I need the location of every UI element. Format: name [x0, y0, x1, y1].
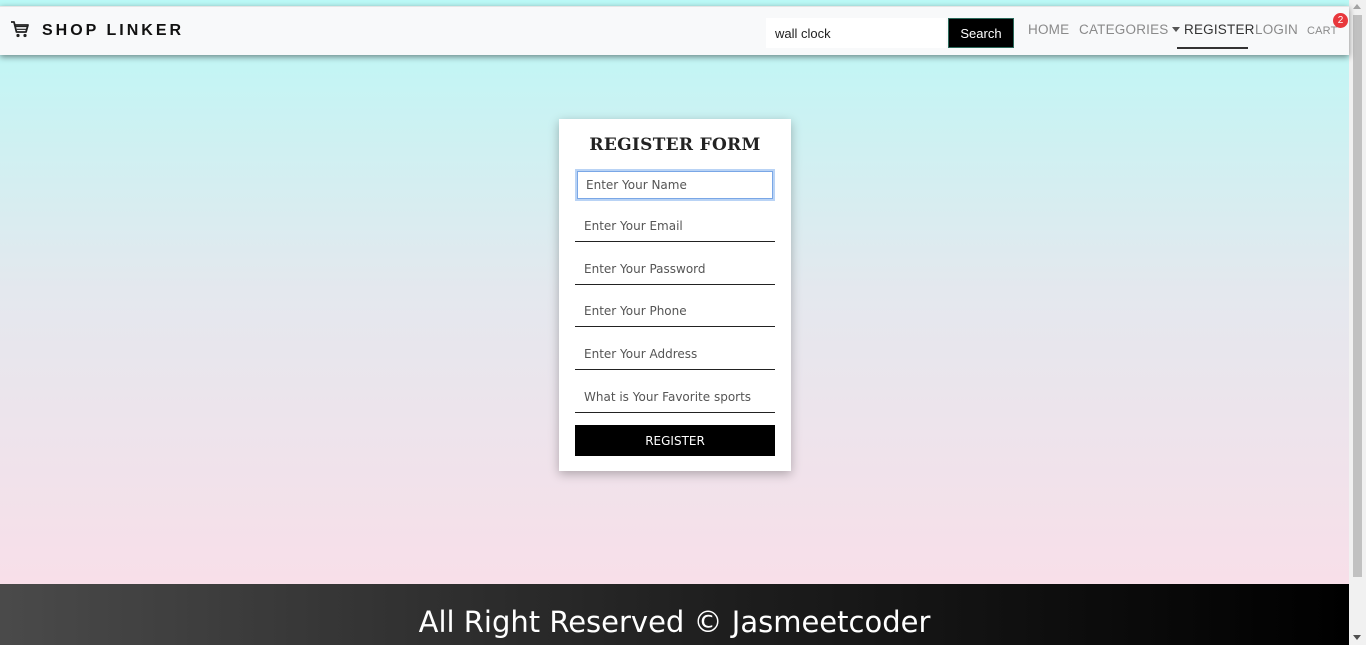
form-title: REGISTER FORM	[589, 135, 761, 155]
footer: All Right Reserved © Jasmeetcoder	[0, 584, 1349, 645]
register-form-card: REGISTER FORM REGISTER	[559, 119, 791, 471]
page-background: SHOP LINKER Search HOME CATEGORIES REGIS…	[0, 0, 1349, 645]
address-field[interactable]	[575, 338, 775, 370]
email-field[interactable]	[575, 210, 775, 242]
caret-down-icon	[1171, 27, 1180, 32]
nav-link-login[interactable]: LOGIN	[1255, 22, 1298, 37]
register-submit-button[interactable]: REGISTER	[575, 425, 775, 456]
favorite-sports-field[interactable]	[575, 381, 775, 413]
phone-field[interactable]	[575, 295, 775, 327]
search-input[interactable]	[766, 18, 946, 48]
name-field[interactable]	[575, 169, 775, 201]
categories-label: CATEGORIES	[1079, 22, 1169, 37]
navbar: SHOP LINKER Search HOME CATEGORIES REGIS…	[0, 6, 1349, 55]
page-scrollbar[interactable]	[1349, 0, 1366, 645]
active-link-underline	[1177, 47, 1248, 49]
scrollbar-thumb[interactable]	[1353, 15, 1362, 577]
nav-link-cart[interactable]: CART	[1307, 25, 1338, 37]
scroll-down-arrow-icon[interactable]	[1353, 635, 1361, 640]
cart-count-badge: 2	[1333, 13, 1348, 28]
brand-name: SHOP LINKER	[42, 22, 185, 39]
password-field[interactable]	[575, 253, 775, 285]
scroll-up-arrow-icon[interactable]	[1353, 4, 1361, 9]
nav-link-home[interactable]: HOME	[1028, 22, 1069, 37]
nav-dropdown-categories[interactable]: CATEGORIES	[1079, 22, 1180, 37]
brand[interactable]: SHOP LINKER	[10, 20, 184, 42]
footer-copyright: All Right Reserved © Jasmeetcoder	[418, 605, 931, 639]
shopping-cart-icon	[10, 20, 30, 43]
search-button[interactable]: Search	[948, 18, 1014, 48]
nav-link-register[interactable]: REGISTER	[1184, 22, 1255, 37]
